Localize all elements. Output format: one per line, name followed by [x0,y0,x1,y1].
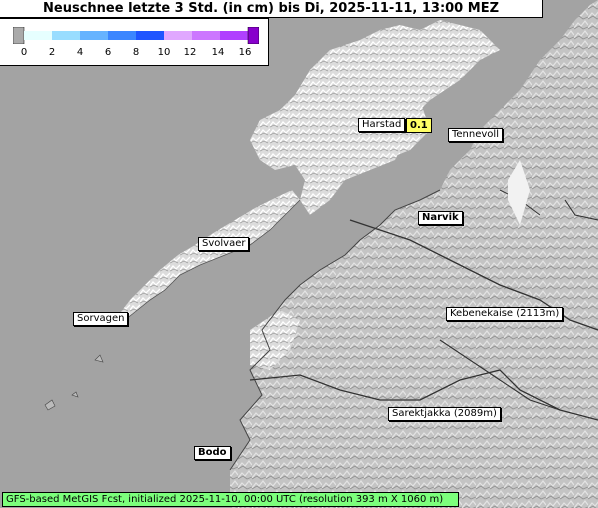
map-title: Neuschnee letzte 3 Std. (in cm) bis Di, … [0,0,543,18]
legend-tick: 12 [183,47,197,58]
snow-value-badge: 0.1 [406,118,432,133]
forecast-info-footer: GFS-based MetGIS Fcst, initialized 2025-… [2,492,459,507]
legend-swatch [108,31,137,40]
legend-swatch [24,31,53,40]
legend-swatch [136,31,165,40]
legend-color-bar [13,27,259,44]
place-label-bodo[interactable]: Bodo [194,446,231,460]
place-label-tennevoll[interactable]: Tennevoll [448,128,503,142]
legend-tick: 0 [20,47,28,58]
legend-swatch [80,31,109,40]
place-label-kebenekaise[interactable]: Kebenekaise (2113m) [446,307,564,321]
legend-tick: 2 [48,47,56,58]
snow-map: Neuschnee letzte 3 Std. (in cm) bis Di, … [0,0,598,508]
legend-swatch [192,31,221,40]
legend-swatch [220,31,249,40]
legend-max-swatch [247,27,259,44]
legend-tick: 4 [76,47,84,58]
place-label-sarektjakka[interactable]: Sarektjakka (2089m) [388,407,501,421]
legend-zero-swatch [13,27,25,44]
legend-tick: 8 [132,47,140,58]
legend-tick: 10 [157,47,171,58]
legend-tick: 6 [104,47,112,58]
legend: 0 2 4 6 8 10 12 14 16 [0,18,269,66]
legend-swatch [52,31,81,40]
place-label-harstad[interactable]: Harstad [358,118,406,132]
terrain-layer [0,0,598,508]
legend-swatch [164,31,193,40]
place-label-svolvaer[interactable]: Svolvaer [198,237,250,251]
place-label-narvik[interactable]: Narvik [418,211,463,225]
place-label-sorvagen[interactable]: Sorvagen [73,312,129,326]
legend-tick: 14 [211,47,225,58]
legend-tick: 16 [238,47,252,58]
